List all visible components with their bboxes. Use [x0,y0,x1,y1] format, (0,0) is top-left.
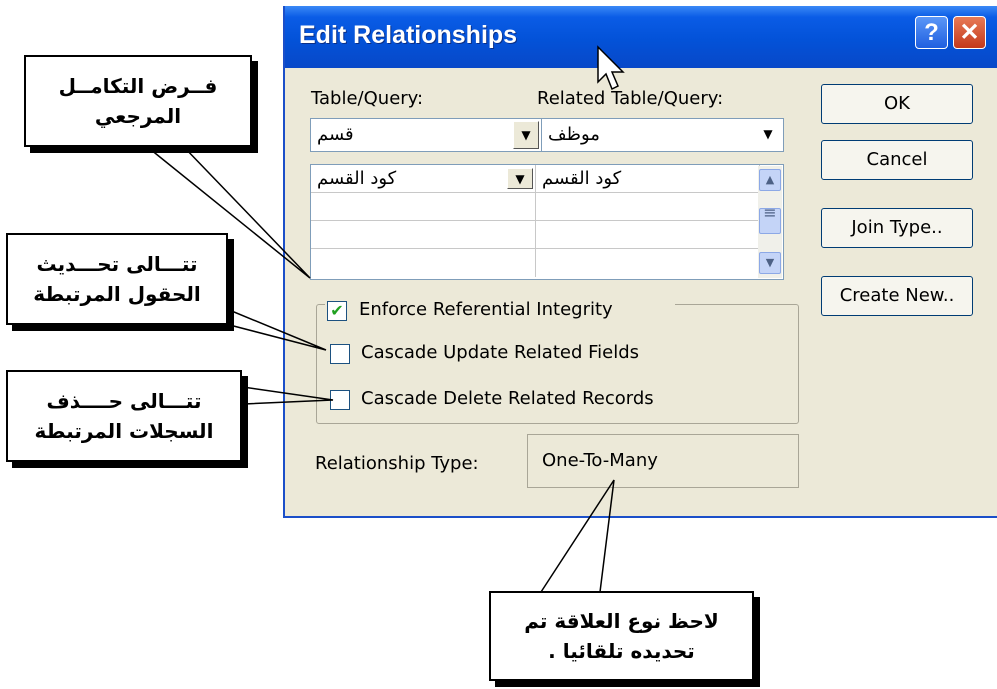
callout-relationship-note-line1: لاحظ نوع العلاقة تم [524,609,719,633]
callout-relationship-note-line2: تحديده تلقائيا . [548,639,695,663]
callout-enforce: فــرض التكامــل المرجعي [24,55,252,147]
cascade-update-pointer-line [221,306,327,351]
callout-cascade-delete-line2: السجلات المرتبطة [34,419,214,443]
mouse-cursor-icon [597,45,625,91]
relationship-note-pointer-line [540,479,615,593]
callout-cascade-update-line1: تتـــالى تحـــديث [36,252,198,276]
callout-cascade-delete-line1: تتـــالى حــــذف [46,389,202,413]
callout-enforce-line1: فــرض التكامــل [58,74,218,98]
callout-cascade-update: تتـــالى تحـــديث الحقول المرتبطة [6,233,228,325]
callout-relationship-note: لاحظ نوع العلاقة تم تحديده تلقائيا . [489,591,754,681]
callout-cascade-update-line2: الحقول المرتبطة [33,282,201,306]
callout-cascade-delete: تتـــالى حــــذف السجلات المرتبطة [6,370,242,462]
callout-enforce-line2: المرجعي [94,104,182,128]
